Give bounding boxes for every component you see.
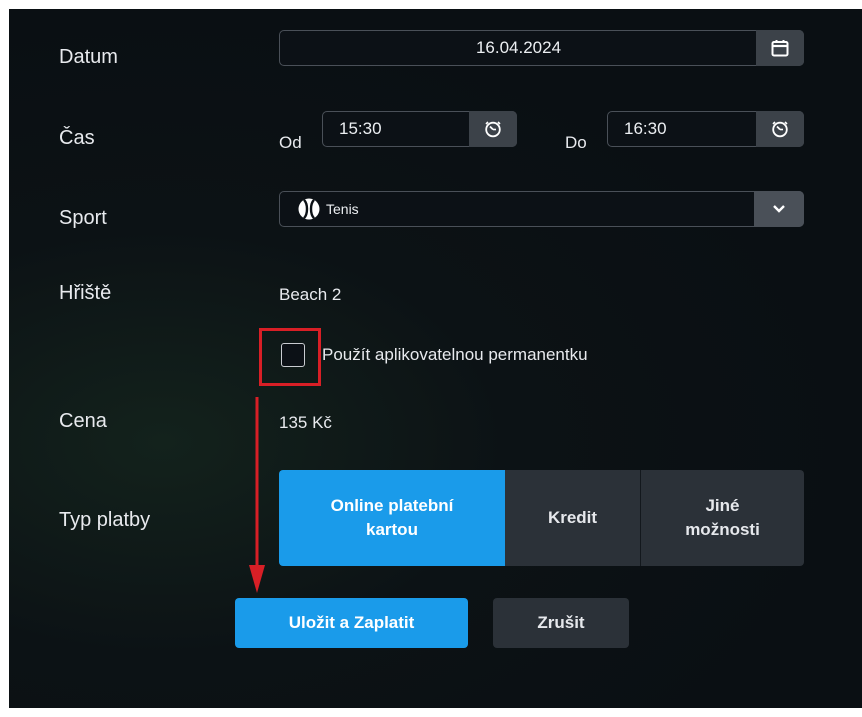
payment-option-credit-label: Kredit	[547, 508, 598, 527]
sport-select[interactable]: Tenis	[279, 191, 804, 227]
time-from-field[interactable]: 15:30	[322, 111, 517, 147]
sport-label: Sport	[59, 207, 107, 229]
payment-option-credit[interactable]: Kredit	[505, 470, 641, 566]
date-value: 16.04.2024	[475, 38, 562, 57]
reservation-form: Datum 16.04.2024 Čas Od 15:30 Do 16:30 S…	[9, 9, 862, 708]
chevron-down-icon	[773, 205, 785, 213]
payment-option-online-line2: kartou	[366, 520, 418, 539]
time-to-picker-button[interactable]	[756, 111, 804, 147]
time-to-field[interactable]: 16:30	[607, 111, 804, 147]
tennis-ball-icon	[298, 198, 320, 220]
payment-option-other-line1: Jiné	[705, 496, 740, 515]
cancel-button[interactable]: Zrušit	[493, 598, 629, 648]
court-label: Hřiště	[59, 282, 112, 304]
clock-icon	[485, 121, 501, 138]
calendar-icon	[771, 40, 789, 57]
payment-option-other-line2: možnosti	[685, 520, 760, 539]
date-label: Datum	[59, 46, 118, 68]
price-value: 135 Kč	[279, 413, 332, 432]
payment-option-online-card[interactable]: Online platební kartou	[279, 470, 505, 566]
annotation-arrow-icon	[249, 397, 265, 593]
time-label: Čas	[59, 127, 95, 149]
save-and-pay-button[interactable]: Uložit a Zaplatit	[235, 598, 468, 648]
payment-option-other[interactable]: Jiné možnosti	[641, 470, 804, 566]
price-label: Cena	[59, 410, 107, 432]
clock-icon	[772, 121, 788, 138]
time-from-picker-button[interactable]	[469, 111, 517, 147]
time-from-label: Od	[279, 133, 302, 152]
time-from-value: 15:30	[339, 119, 382, 138]
court-value: Beach 2	[279, 285, 342, 304]
time-to-value: 16:30	[624, 119, 667, 138]
time-to-label: Do	[565, 133, 587, 152]
payment-type-selector: Online platební kartou Kredit Jiné možno…	[279, 470, 804, 566]
checkbox-highlight-box	[259, 328, 321, 386]
calendar-button[interactable]	[756, 30, 804, 66]
date-field[interactable]: 16.04.2024	[279, 30, 804, 66]
sport-dropdown-button[interactable]	[754, 191, 804, 227]
payment-option-online-line1: Online platební	[330, 496, 454, 515]
payment-type-label: Typ platby	[59, 509, 151, 531]
pass-checkbox-label[interactable]: Použít aplikovatelnou permanentku	[322, 345, 588, 365]
sport-value: Tenis	[326, 201, 359, 217]
